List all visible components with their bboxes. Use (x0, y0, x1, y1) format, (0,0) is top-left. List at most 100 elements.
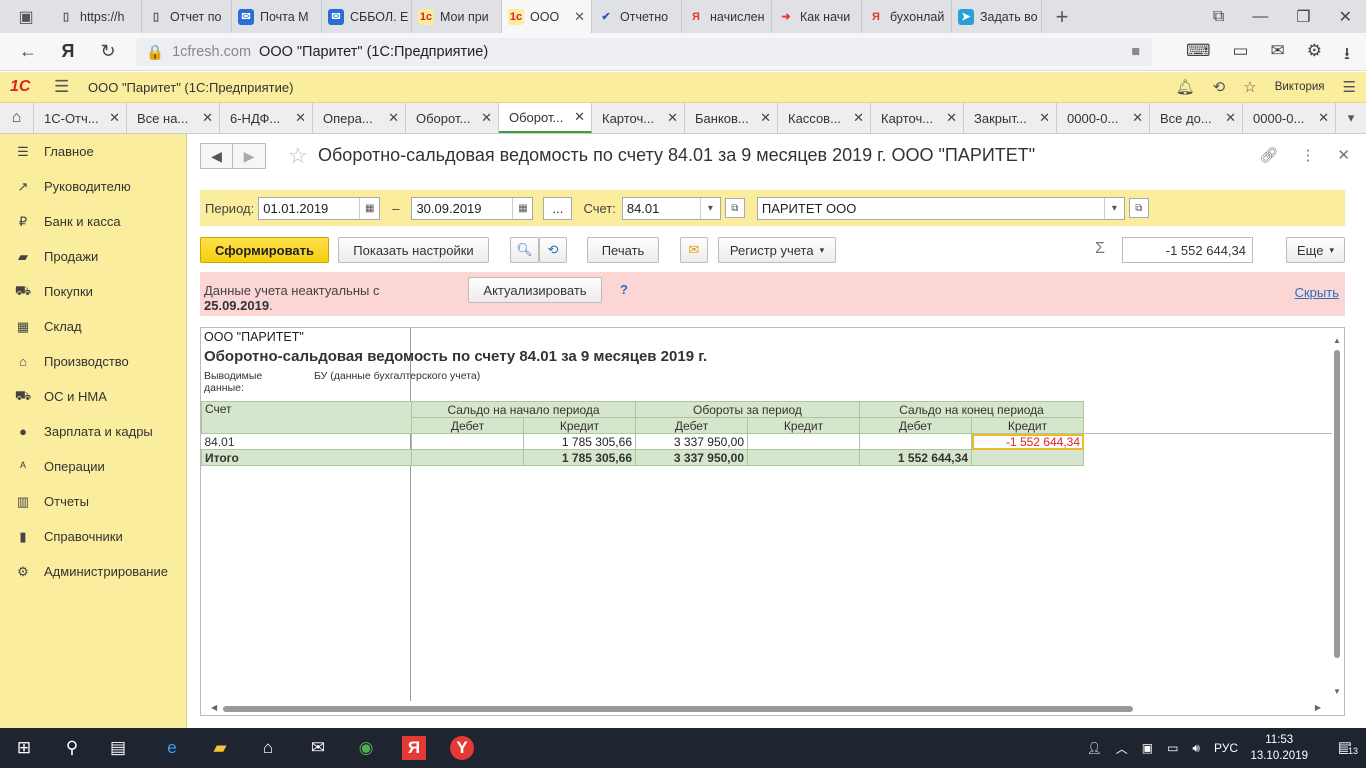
window-tab[interactable]: Карточ... ✕ (871, 103, 964, 133)
language-indicator[interactable]: РУС (1214, 741, 1238, 755)
window-tab[interactable]: Все до... ✕ (1150, 103, 1243, 133)
search-icon[interactable]: ⚲ (60, 736, 84, 760)
cell[interactable] (747, 449, 860, 466)
close-tab-icon[interactable]: ✕ (1132, 110, 1143, 126)
window-tab[interactable]: Оборот... ✕ (499, 103, 592, 133)
cell[interactable]: 1 552 644,34 (859, 449, 972, 466)
browser-tab[interactable]: ▯ Отчет по (142, 0, 232, 33)
sidebar-item[interactable]: ⚙ Администрирование (0, 554, 186, 589)
window-tab[interactable]: Опера... ✕ (313, 103, 406, 133)
close-tab-icon[interactable]: ✕ (574, 9, 585, 25)
email-icon[interactable]: ✉ (680, 237, 708, 263)
chrome-icon[interactable]: ◉ (354, 736, 378, 760)
scroll-left-icon[interactable]: ◀ (211, 703, 217, 712)
home-icon[interactable]: ⌂ (0, 103, 34, 133)
scroll-down-icon[interactable]: ▼ (1333, 687, 1341, 696)
cell[interactable] (859, 433, 972, 450)
browser-tab[interactable]: Яначислен (682, 0, 772, 33)
tray-app-icon[interactable]: ▣ (1142, 741, 1153, 755)
window-tab[interactable]: 0000-0... ✕ (1057, 103, 1150, 133)
scroll-thumb[interactable] (1334, 350, 1340, 658)
cell[interactable] (411, 433, 524, 450)
sidebar-item[interactable]: ↗ Руководителю (0, 169, 186, 204)
show-settings-button[interactable]: Показать настройки (338, 237, 489, 263)
extension-icon[interactable]: ⚙ (1307, 41, 1322, 70)
cell[interactable] (971, 449, 1084, 466)
close-tab-icon[interactable]: ✕ (574, 109, 585, 125)
bookmark-icon[interactable]: ■ (1131, 44, 1140, 60)
new-tab-button[interactable]: + (1042, 0, 1082, 33)
close-tab-icon[interactable]: ✕ (667, 110, 678, 126)
close-tab-icon[interactable]: ✕ (295, 110, 306, 126)
more-button[interactable]: Еще ▾ (1286, 237, 1345, 263)
window-tab[interactable]: 0000-0... ✕ (1243, 103, 1336, 133)
sidebar-item[interactable]: ● Зарплата и кадры (0, 414, 186, 449)
task-view-icon[interactable]: ▤ (106, 736, 130, 760)
link-icon[interactable]: 🔗︎ (1259, 146, 1278, 164)
clock[interactable]: 11:53 13.10.2019 (1250, 732, 1308, 764)
sidebar-item[interactable]: ▦ Склад (0, 309, 186, 344)
user-name[interactable]: Виктория (1275, 81, 1325, 93)
browser-tab[interactable]: ➜ Как начи (772, 0, 862, 33)
dropdown-icon[interactable]: ▾ (699, 197, 720, 219)
selected-cell[interactable]: -1 552 644,34 (971, 433, 1084, 450)
maximize-icon[interactable]: ❐ (1296, 7, 1310, 27)
window-tab[interactable]: Все на... ✕ (127, 103, 220, 133)
sidebar-item[interactable]: ₽ Банк и касса (0, 204, 186, 239)
minimize-icon[interactable]: — (1252, 8, 1268, 26)
browser-tab[interactable]: ✔ Отчетно (592, 0, 682, 33)
date-from-field[interactable]: 01.01.2019 ▦ (258, 196, 381, 220)
people-icon[interactable]: 👤︎ (1086, 741, 1101, 755)
back-icon[interactable]: ← (12, 41, 44, 62)
print-button[interactable]: Печать (587, 237, 659, 263)
open-icon[interactable]: ⧉ (1128, 198, 1149, 218)
close-tab-icon[interactable]: ✕ (760, 110, 771, 126)
cell[interactable]: 3 337 950,00 (635, 433, 748, 450)
yandex-icon[interactable]: Y (450, 736, 474, 760)
window-tab[interactable]: 1С-Отч... ✕ (34, 103, 127, 133)
sidebar-item[interactable]: ☰ Главное (0, 134, 186, 169)
url-field[interactable]: 🔒 1cfresh.com ООО "Паритет" (1С:Предприя… (136, 38, 1152, 66)
close-tab-icon[interactable]: ✕ (388, 110, 399, 126)
organization-field[interactable]: ПАРИТЕТ ООО ▾ (756, 196, 1125, 220)
actualize-button[interactable]: Актуализировать (468, 277, 602, 303)
period-select-button[interactable]: ... (543, 196, 573, 220)
window-tab[interactable]: Оборот... ✕ (406, 103, 499, 133)
calendar-icon[interactable]: ▦ (512, 197, 532, 219)
close-tab-icon[interactable]: ✕ (481, 110, 492, 126)
close-icon[interactable]: ✕ (1337, 146, 1350, 164)
hide-link[interactable]: Скрыть (1295, 285, 1339, 300)
scroll-thumb[interactable] (223, 706, 1133, 712)
sidebar-item[interactable]: ▮ Справочники (0, 519, 186, 554)
network-icon[interactable]: ▭ (1167, 741, 1178, 755)
collections-icon[interactable]: ⧉ (1213, 8, 1224, 26)
history-icon[interactable]: ⟲ (1213, 78, 1226, 96)
explorer-icon[interactable]: ▰ (208, 736, 232, 760)
open-icon[interactable]: ⧉ (724, 198, 745, 218)
close-tab-icon[interactable]: ✕ (1225, 110, 1236, 126)
windows-start-icon[interactable]: ⊞ (12, 736, 36, 760)
tray-chevron-icon[interactable]: ︿ (1116, 740, 1128, 757)
close-tab-icon[interactable]: ✕ (853, 110, 864, 126)
sidebar-item[interactable]: ▰ Продажи (0, 239, 186, 274)
generate-button[interactable]: Сформировать (200, 237, 329, 263)
reload-icon[interactable]: ↻ (92, 41, 124, 62)
menu-icon[interactable]: ☰ (1343, 78, 1356, 96)
total-row[interactable]: Итого 1 785 305,66 3 337 950,00 1 552 64… (201, 449, 1084, 466)
dropdown-icon[interactable]: ▾ (1103, 197, 1124, 219)
sidebar-item[interactable]: ▥ Отчеты (0, 484, 186, 519)
mail-icon[interactable]: ✉ (306, 736, 330, 760)
cell[interactable]: 1 785 305,66 (523, 449, 636, 466)
account-field[interactable]: 84.01 ▾ (621, 196, 721, 220)
window-tab[interactable]: Карточ... ✕ (592, 103, 685, 133)
sidebar-item[interactable]: ᴬ Операции (0, 449, 186, 484)
browser-tab[interactable]: ▯ https://h (52, 0, 142, 33)
help-link[interactable]: ? (620, 282, 628, 297)
sidebar-item[interactable]: ⌂ Производство (0, 344, 186, 379)
register-button[interactable]: Регистр учета ▾ (718, 237, 836, 263)
date-to-field[interactable]: 30.09.2019 ▦ (411, 196, 534, 220)
chevron-down-icon[interactable]: ▾ (1336, 103, 1366, 133)
close-tab-icon[interactable]: ✕ (1318, 110, 1329, 126)
gamepad-icon[interactable]: ⌨ (1186, 41, 1211, 70)
sidebar-item[interactable]: ⛟ Покупки (0, 274, 186, 309)
